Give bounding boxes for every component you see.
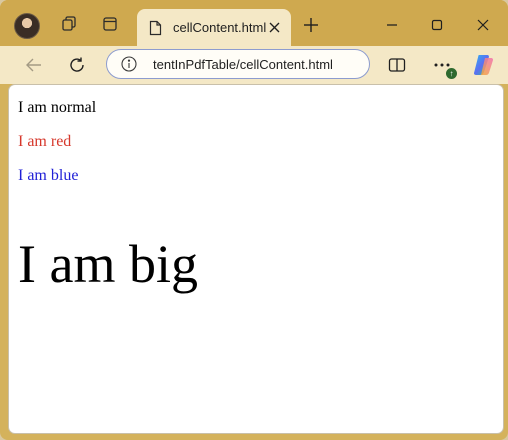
page-icon [149,19,165,37]
refresh-button[interactable] [63,51,91,79]
close-window-button[interactable] [469,11,497,39]
text-red: I am red [18,133,72,150]
tab-strip: cellContent.html [0,0,508,46]
address-bar[interactable]: tentInPdfTable/cellContent.html [106,49,370,79]
tab-actions-icon[interactable] [96,10,124,38]
more-menu-button[interactable]: ↑ [428,51,458,80]
update-badge-icon: ↑ [445,67,458,80]
maximize-button[interactable] [423,11,451,39]
copilot-icon[interactable] [471,52,497,78]
text-big: I am big [18,234,198,294]
split-screen-icon[interactable] [383,51,411,79]
text-blue: I am blue [18,167,79,184]
new-tab-button[interactable] [298,12,324,38]
page-viewport: I am normal I am red I am blue I am big [8,84,504,434]
tab-title: cellContent.html [173,20,267,35]
url-text: tentInPdfTable/cellContent.html [153,56,333,72]
workspaces-icon[interactable] [55,10,83,38]
close-tab-button[interactable] [265,18,283,36]
toolbar: tentInPdfTable/cellContent.html ↑ [0,46,508,84]
info-icon[interactable] [121,56,137,72]
minimize-button[interactable] [378,11,406,39]
browser-window: cellContent.html tentInPdfTable/cellCont… [0,0,508,440]
tab-cellcontent[interactable]: cellContent.html [137,9,291,46]
avatar[interactable] [14,13,40,39]
back-button[interactable] [20,51,48,79]
text-normal: I am normal [18,99,97,116]
